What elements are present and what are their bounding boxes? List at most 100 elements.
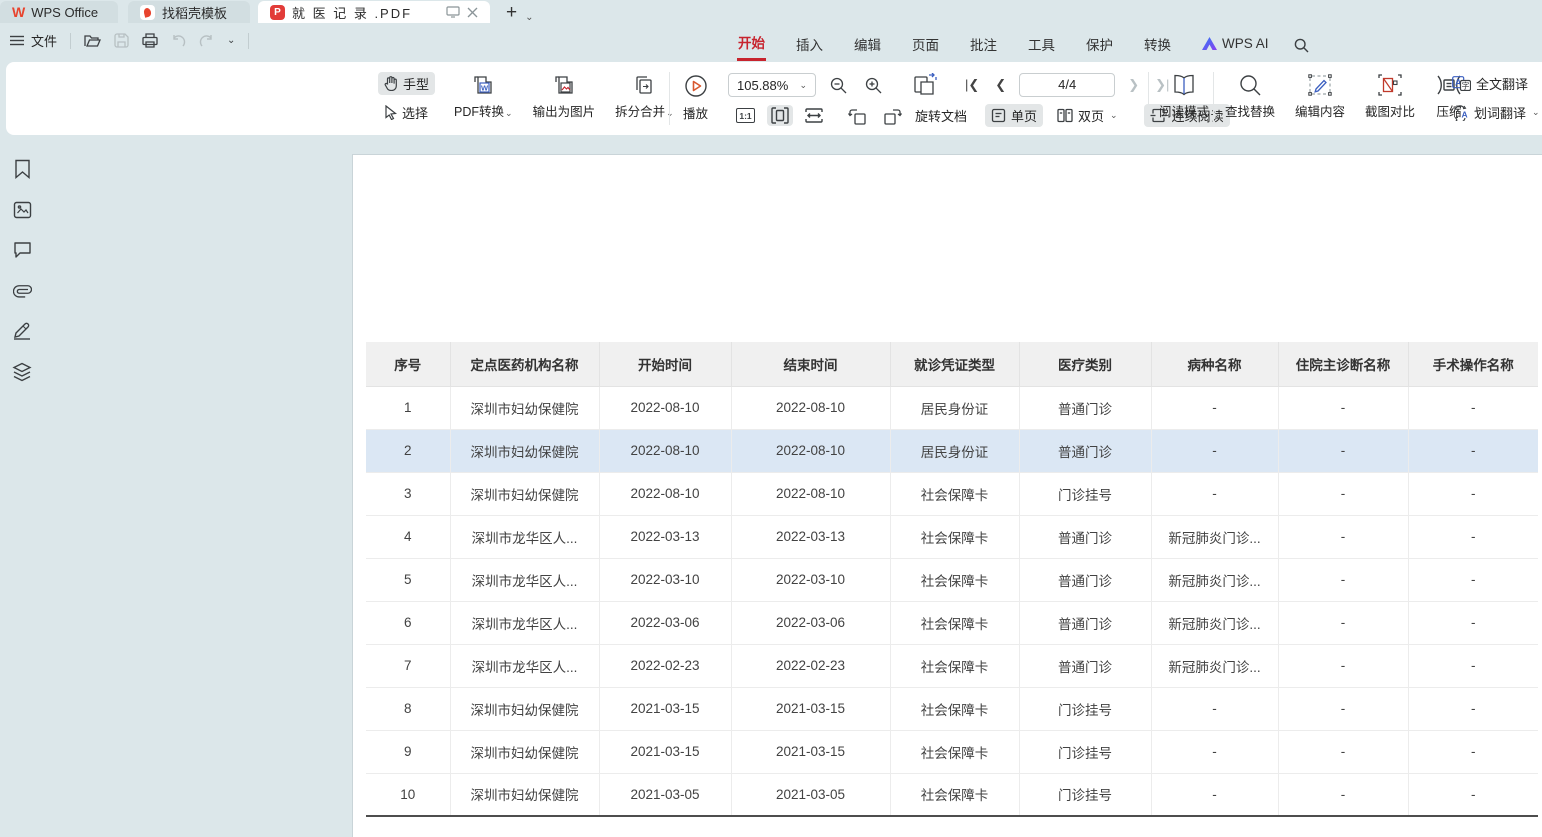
- redo-icon: [199, 34, 214, 47]
- table-cell: -: [1151, 472, 1278, 515]
- thumbnails-icon[interactable]: [13, 201, 32, 219]
- pdf-convert-label: PDF转换: [454, 105, 504, 119]
- table-header-cell: 序号: [366, 342, 450, 386]
- select-tool-button[interactable]: 选择: [378, 101, 435, 124]
- actual-size-icon: 1:1: [736, 108, 755, 123]
- select-tool-label: 选择: [402, 103, 428, 122]
- menu-search-icon[interactable]: [1294, 38, 1309, 53]
- rotate-right-icon[interactable]: [879, 105, 907, 127]
- double-page-button[interactable]: 双页 ⌄: [1051, 104, 1124, 127]
- export-image-button[interactable]: 输出为图片: [528, 70, 601, 124]
- zoom-out-icon[interactable]: [826, 75, 851, 96]
- fit-page-button[interactable]: [767, 105, 793, 126]
- attachment-icon[interactable]: [13, 280, 32, 299]
- table-cell: 10: [366, 773, 450, 816]
- double-page-chevron-icon: ⌄: [1110, 110, 1118, 121]
- menu-tab-wps-ai[interactable]: WPS AI: [1201, 33, 1270, 57]
- menu-tab-edit[interactable]: 编辑: [853, 31, 882, 60]
- menu-tab-tools[interactable]: 工具: [1027, 31, 1056, 60]
- menu-bar: 文件 ⌄ 开: [0, 23, 1542, 62]
- word-translate-label: 划词翻译: [1474, 103, 1526, 122]
- page-number-input[interactable]: 4/4: [1019, 73, 1115, 97]
- table-cell: 社会保障卡: [890, 730, 1019, 773]
- zoom-in-icon[interactable]: [861, 75, 886, 96]
- zoom-level-select[interactable]: 105.88% ⌄: [728, 73, 816, 97]
- table-cell: 新冠肺炎门诊...: [1151, 515, 1278, 558]
- signature-icon[interactable]: [12, 321, 32, 340]
- pdf-convert-button[interactable]: W PDF转换⌄: [449, 70, 518, 124]
- open-file-icon[interactable]: [84, 34, 101, 48]
- save-icon[interactable]: [114, 33, 129, 48]
- menu-tab-page[interactable]: 页面: [911, 31, 940, 60]
- table-header-cell: 开始时间: [599, 342, 731, 386]
- table-cell: 门诊挂号: [1019, 773, 1151, 816]
- enter-focus-mode-icon[interactable]: [446, 6, 460, 18]
- menu-tab-home[interactable]: 开始: [737, 29, 766, 61]
- split-merge-icon: [633, 74, 655, 96]
- tab-wps-home[interactable]: W WPS Office: [0, 1, 118, 23]
- next-page-button[interactable]: ❯: [1125, 75, 1142, 95]
- docer-icon: [140, 5, 155, 20]
- close-tab-icon[interactable]: [467, 7, 478, 18]
- replace-pages-icon[interactable]: [908, 71, 942, 99]
- fit-width-button[interactable]: [801, 106, 827, 125]
- table-cell: -: [1408, 687, 1538, 730]
- tab-document-title: 就 医 记 录 .PDF: [292, 3, 412, 22]
- file-menu-button[interactable]: 文件: [10, 31, 57, 50]
- document-viewport[interactable]: 序号定点医药机构名称开始时间结束时间就诊凭证类型医疗类别病种名称住院主诊断名称手…: [44, 135, 1542, 837]
- table-cell: -: [1408, 601, 1538, 644]
- layers-icon[interactable]: [12, 362, 32, 382]
- table-cell: 2022-02-23: [731, 644, 890, 687]
- tab-docer[interactable]: 找稻壳模板: [128, 1, 250, 23]
- table-cell: 深圳市龙华区人...: [450, 601, 599, 644]
- edit-content-label: 编辑内容: [1295, 101, 1345, 120]
- table-cell: -: [1151, 773, 1278, 816]
- svg-text:A: A: [1462, 109, 1468, 119]
- rotate-left-icon[interactable]: [843, 105, 871, 127]
- find-replace-button[interactable]: 查找替换: [1220, 70, 1280, 124]
- menu-tab-annotate[interactable]: 批注: [969, 31, 998, 60]
- bookmark-icon[interactable]: [14, 159, 31, 179]
- comments-icon[interactable]: [13, 241, 32, 258]
- table-row: 8深圳市妇幼保健院2021-03-152021-03-15社会保障卡门诊挂号--…: [366, 687, 1538, 730]
- table-cell: 7: [366, 644, 450, 687]
- print-icon[interactable]: [142, 33, 158, 48]
- play-button[interactable]: 播放: [678, 70, 713, 126]
- play-label: 播放: [683, 103, 708, 122]
- table-header-cell: 病种名称: [1151, 342, 1278, 386]
- table-cell: 2021-03-15: [731, 730, 890, 773]
- menu-tab-protect[interactable]: 保护: [1085, 31, 1114, 60]
- table-cell: -: [1408, 773, 1538, 816]
- read-mode-label: 阅读模式: [1159, 101, 1209, 120]
- hand-tool-button[interactable]: 手型: [378, 72, 435, 95]
- table-cell: -: [1278, 429, 1408, 472]
- double-page-icon: [1057, 108, 1073, 123]
- single-page-button[interactable]: 单页: [985, 104, 1043, 127]
- table-cell: 6: [366, 601, 450, 644]
- actual-size-button[interactable]: 1:1: [732, 106, 759, 125]
- medical-records-table: 序号定点医药机构名称开始时间结束时间就诊凭证类型医疗类别病种名称住院主诊断名称手…: [366, 342, 1538, 817]
- window-tab-bar: W WPS Office 找稻壳模板 P 就 医 记 录 .PDF + ⌄: [0, 0, 1542, 23]
- table-cell: 2022-08-10: [731, 386, 890, 429]
- full-translate-button[interactable]: A 字 全文翻译: [1446, 72, 1542, 95]
- table-cell: 2022-03-10: [599, 558, 731, 601]
- tab-list-chevron-icon[interactable]: ⌄: [525, 12, 533, 23]
- screenshot-compare-button[interactable]: 截图对比: [1360, 70, 1420, 124]
- table-cell: 门诊挂号: [1019, 730, 1151, 773]
- table-header-cell: 结束时间: [731, 342, 890, 386]
- fit-width-icon: [805, 108, 823, 123]
- table-cell: 门诊挂号: [1019, 472, 1151, 515]
- menu-tab-insert[interactable]: 插入: [795, 31, 824, 60]
- table-cell: 社会保障卡: [890, 687, 1019, 730]
- new-tab-button[interactable]: +: [506, 3, 517, 23]
- export-image-icon: [553, 74, 575, 96]
- table-cell: 普通门诊: [1019, 515, 1151, 558]
- menu-tab-convert[interactable]: 转换: [1143, 31, 1172, 60]
- quick-access-chevron-icon[interactable]: ⌄: [227, 35, 235, 46]
- word-translate-button[interactable]: x A 划词翻译 ⌄: [1446, 101, 1542, 124]
- tab-document[interactable]: P 就 医 记 录 .PDF: [258, 1, 490, 23]
- first-page-button[interactable]: |❮: [962, 75, 982, 95]
- read-mode-button[interactable]: 阅读模式: [1154, 70, 1214, 124]
- edit-content-button[interactable]: 编辑内容: [1290, 70, 1350, 124]
- previous-page-button[interactable]: ❮: [992, 75, 1009, 95]
